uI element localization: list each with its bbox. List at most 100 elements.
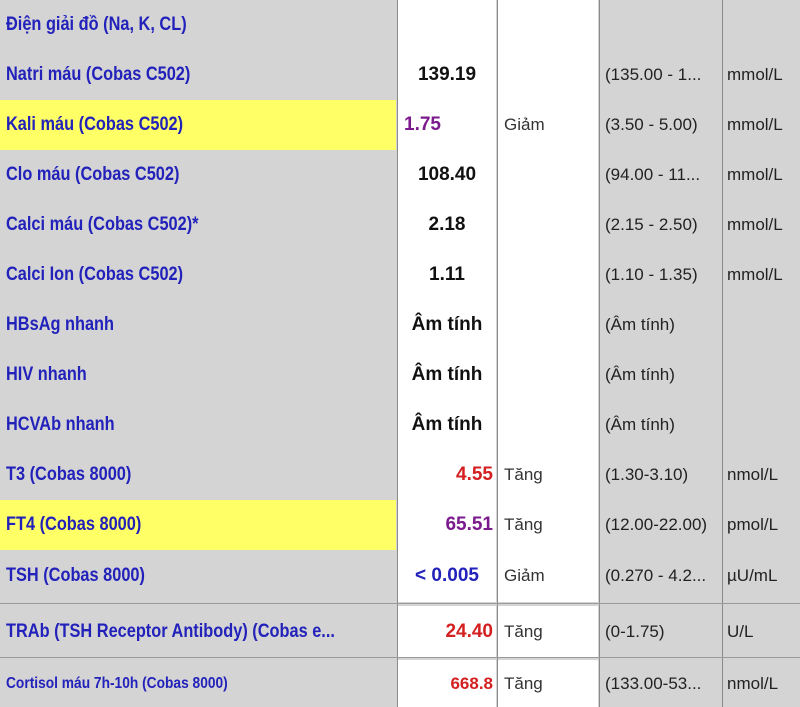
test-name: TRAb (TSH Receptor Antibody) (Cobas e... <box>0 606 396 658</box>
table-row[interactable]: T3 (Cobas 8000) 4.55 Tăng (1.30-3.10) nmol/L <box>0 450 800 500</box>
result-value: 24.40 <box>398 606 496 658</box>
test-name: FT4 (Cobas 8000) <box>0 500 396 550</box>
result-value <box>398 0 496 50</box>
result-flag <box>498 150 598 200</box>
reference-range: (Âm tính) <box>605 315 675 334</box>
result-value: 1.75 <box>398 100 496 150</box>
column-divider <box>497 0 498 707</box>
test-name: Điện giải đồ (Na, K, CL) <box>0 0 396 50</box>
unit: mmol/L <box>727 215 783 234</box>
reference-range: (Âm tính) <box>605 415 675 434</box>
reference-range: (Âm tính) <box>605 365 675 384</box>
test-name: Cortisol máu 7h-10h (Cobas 8000) <box>0 660 396 707</box>
reference-range <box>601 0 721 50</box>
result-flag: Tăng <box>498 660 598 707</box>
result-value: < 0.005 <box>398 550 496 602</box>
column-divider <box>397 0 398 707</box>
test-name: T3 (Cobas 8000) <box>0 450 396 500</box>
table-row[interactable]: Cortisol máu 7h-10h (Cobas 8000) 668.8 Tăn… <box>0 660 800 707</box>
reference-range: (12.00-22.00) <box>605 515 708 534</box>
test-name-text: Natri máu (Cobas C502) <box>6 64 191 85</box>
result-flag <box>498 300 598 350</box>
table-row[interactable]: Clo máu (Cobas C502) 108.40 (94.00 - 11...… <box>0 150 800 200</box>
test-name-text: Điện giải đồ (Na, K, CL) <box>6 14 187 35</box>
row-separator <box>0 657 800 658</box>
test-name-text: FT4 (Cobas 8000) <box>6 514 142 535</box>
result-flag: Tăng <box>498 500 598 550</box>
row-separator <box>0 603 800 604</box>
table-row[interactable]: Calci Ion (Cobas C502) 1.11 (1.10 - 1.35) m… <box>0 250 800 300</box>
result-value: 1.11 <box>398 250 496 300</box>
lab-results-grid: Điện giải đồ (Na, K, CL) Natri máu (Cobas… <box>0 0 800 707</box>
test-name: Kali máu (Cobas C502) <box>0 100 396 150</box>
unit <box>724 400 800 450</box>
table-row[interactable]: Kali máu (Cobas C502) 1.75 Giảm (3.50 - 5.0… <box>0 100 800 150</box>
result-value: 139.19 <box>398 50 496 100</box>
reference-range: (2.15 - 2.50) <box>605 215 698 234</box>
table-row[interactable]: TSH (Cobas 8000) < 0.005 Giảm (0.270 - 4.2.… <box>0 550 800 602</box>
unit <box>724 0 800 50</box>
test-name-text: HCVAb nhanh <box>6 414 115 435</box>
result-flag <box>498 200 598 250</box>
table-row[interactable]: HCVAb nhanh Âm tính (Âm tính) <box>0 400 800 450</box>
column-divider <box>599 0 600 707</box>
result-flag: Tăng <box>498 606 598 658</box>
test-name: Calci Ion (Cobas C502) <box>0 250 396 300</box>
table-row[interactable]: Điện giải đồ (Na, K, CL) <box>0 0 800 50</box>
unit <box>724 300 800 350</box>
result-flag <box>498 350 598 400</box>
result-value: 668.8 <box>398 660 496 707</box>
unit <box>724 350 800 400</box>
test-name-text: HIV nhanh <box>6 364 87 385</box>
unit: pmol/L <box>727 515 779 534</box>
column-divider <box>722 0 723 707</box>
reference-range: (3.50 - 5.00) <box>605 115 698 134</box>
test-name-text: Calci Ion (Cobas C502) <box>6 264 184 285</box>
table-row[interactable]: Natri máu (Cobas C502) 139.19 (135.00 - 1.… <box>0 50 800 100</box>
unit: mmol/L <box>727 115 783 134</box>
result-flag <box>498 0 598 50</box>
result-value: 2.18 <box>398 200 496 250</box>
result-flag: Tăng <box>498 450 598 500</box>
result-value: 65.51 <box>398 500 496 550</box>
unit: nmol/L <box>727 673 779 693</box>
reference-range: (0-1.75) <box>605 622 665 641</box>
test-name-text: Calci máu (Cobas C502)* <box>6 214 199 235</box>
reference-range: (135.00 - 1... <box>605 65 702 84</box>
result-flag: Giảm <box>498 550 598 602</box>
unit: mmol/L <box>727 265 783 284</box>
result-flag <box>498 400 598 450</box>
unit: U/L <box>727 622 754 641</box>
test-name-text: TRAb (TSH Receptor Antibody) (Cobas e... <box>6 621 335 642</box>
test-name: HIV nhanh <box>0 350 396 400</box>
test-name: Natri máu (Cobas C502) <box>0 50 396 100</box>
test-name: Calci máu (Cobas C502)* <box>0 200 396 250</box>
result-flag <box>498 50 598 100</box>
unit: nmol/L <box>727 465 779 484</box>
result-value: Âm tính <box>398 350 496 400</box>
unit: mmol/L <box>727 65 783 84</box>
table-row[interactable]: Calci máu (Cobas C502)* 2.18 (2.15 - 2.50)… <box>0 200 800 250</box>
reference-range: (0.270 - 4.2... <box>605 566 707 585</box>
result-flag <box>498 250 598 300</box>
test-name-text: T3 (Cobas 8000) <box>6 464 132 485</box>
test-name-text: HBsAg nhanh <box>6 314 115 335</box>
table-row[interactable]: FT4 (Cobas 8000) 65.51 Tăng (12.00-22.00) pm… <box>0 500 800 550</box>
test-name-text: Clo máu (Cobas C502) <box>6 164 180 185</box>
reference-range: (1.30-3.10) <box>605 465 689 484</box>
unit: mmol/L <box>727 165 783 184</box>
test-name: Clo máu (Cobas C502) <box>0 150 396 200</box>
table-row[interactable]: TRAb (TSH Receptor Antibody) (Cobas e...… <box>0 606 800 658</box>
reference-range: (94.00 - 11... <box>605 165 701 184</box>
result-value: 4.55 <box>398 450 496 500</box>
unit: µU/mL <box>727 566 778 585</box>
result-value: 108.40 <box>398 150 496 200</box>
test-name: HCVAb nhanh <box>0 400 396 450</box>
result-value: Âm tính <box>398 300 496 350</box>
reference-range: (1.10 - 1.35) <box>605 265 698 284</box>
test-name-text: TSH (Cobas 8000) <box>6 565 145 586</box>
test-name: TSH (Cobas 8000) <box>0 550 396 602</box>
result-value: Âm tính <box>398 400 496 450</box>
table-row[interactable]: HIV nhanh Âm tính (Âm tính) <box>0 350 800 400</box>
table-row[interactable]: HBsAg nhanh Âm tính (Âm tính) <box>0 300 800 350</box>
